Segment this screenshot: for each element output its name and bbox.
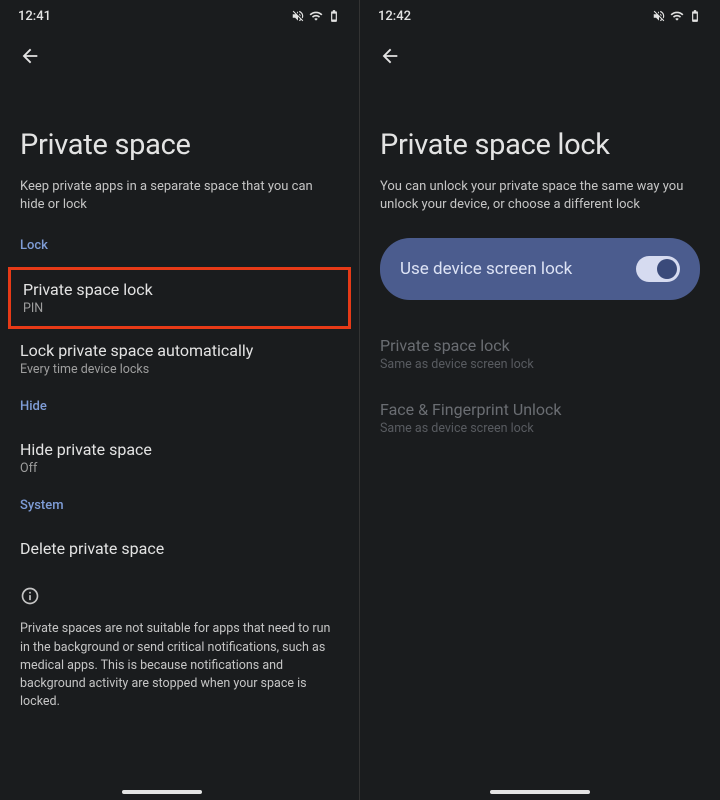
setting-title: Hide private space <box>20 440 339 459</box>
setting-title: Private space lock <box>23 280 336 299</box>
status-time: 12:41 <box>18 9 51 24</box>
status-bar: 12:41 <box>0 0 359 32</box>
switch-knob <box>657 259 677 279</box>
setting-private-space-lock[interactable]: Private space lock PIN <box>8 267 351 329</box>
section-header-hide: Hide <box>20 399 339 414</box>
arrow-left-icon <box>379 45 401 67</box>
setting-auto-lock[interactable]: Lock private space automatically Every t… <box>20 329 339 389</box>
option-sub: Same as device screen lock <box>380 421 700 436</box>
setting-delete-space[interactable]: Delete private space <box>20 527 339 572</box>
nav-handle[interactable] <box>490 790 590 794</box>
nav-handle[interactable] <box>122 790 202 794</box>
setting-sub: Every time device locks <box>20 362 339 377</box>
battery-icon <box>327 9 341 23</box>
option-title: Private space lock <box>380 336 700 355</box>
back-row <box>0 32 359 74</box>
option-face-fingerprint: Face & Fingerprint Unlock Same as device… <box>380 390 700 454</box>
info-icon <box>20 586 339 610</box>
page-subtitle: Keep private apps in a separate space th… <box>20 178 339 214</box>
option-title: Face & Fingerprint Unlock <box>380 400 700 419</box>
page-subtitle: You can unlock your private space the sa… <box>380 178 700 214</box>
section-header-system: System <box>20 498 339 513</box>
arrow-left-icon <box>19 45 41 67</box>
setting-hide-space[interactable]: Hide private space Off <box>20 428 339 488</box>
setting-sub: PIN <box>23 301 336 316</box>
battery-icon <box>688 9 702 23</box>
page-title: Private space lock <box>380 128 700 162</box>
setting-sub: Off <box>20 461 339 476</box>
back-button[interactable] <box>18 44 42 68</box>
mute-icon <box>652 9 666 23</box>
status-icons <box>652 9 702 23</box>
info-text: Private spaces are not suitable for apps… <box>20 620 339 711</box>
back-row <box>360 32 720 74</box>
page-title: Private space <box>20 128 339 162</box>
setting-title: Lock private space automatically <box>20 341 339 360</box>
back-button[interactable] <box>378 44 402 68</box>
option-sub: Same as device screen lock <box>380 357 700 372</box>
toggle-use-device-lock[interactable]: Use device screen lock <box>380 238 700 300</box>
toggle-label: Use device screen lock <box>400 259 572 279</box>
option-private-space-lock: Private space lock Same as device screen… <box>380 326 700 390</box>
screen-private-space: 12:41 Private space Keep private apps in… <box>0 0 360 800</box>
content-left: Private space Keep private apps in a sep… <box>0 74 359 800</box>
status-bar: 12:42 <box>360 0 720 32</box>
status-icons <box>291 9 341 23</box>
wifi-icon <box>670 9 684 23</box>
screen-private-space-lock: 12:42 Private space lock You can unlock … <box>360 0 720 800</box>
setting-title: Delete private space <box>20 539 339 558</box>
status-time: 12:42 <box>378 9 411 24</box>
wifi-icon <box>309 9 323 23</box>
section-header-lock: Lock <box>20 238 339 253</box>
content-right: Private space lock You can unlock your p… <box>360 74 720 800</box>
mute-icon <box>291 9 305 23</box>
switch-on[interactable] <box>636 256 680 282</box>
